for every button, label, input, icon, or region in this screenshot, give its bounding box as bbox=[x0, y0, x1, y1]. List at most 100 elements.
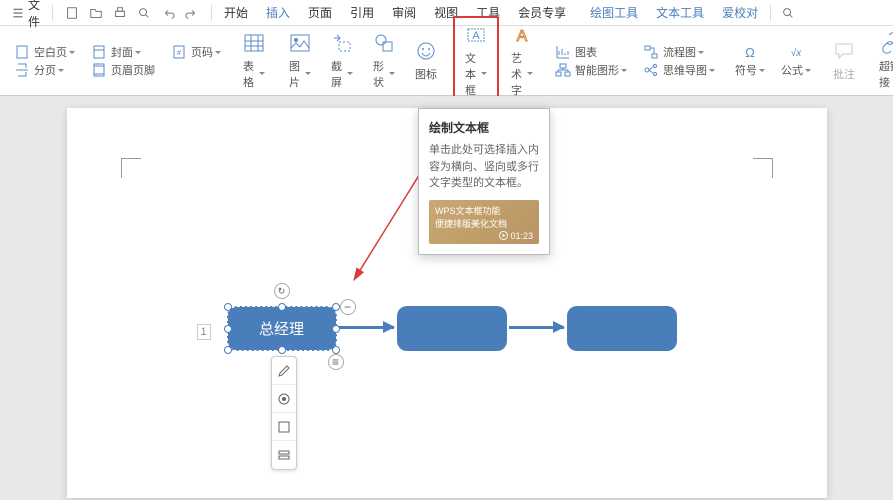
page-num-icon: # bbox=[171, 44, 187, 60]
group-equation: √x 公式 bbox=[775, 44, 817, 78]
symbol-button[interactable]: Ω bbox=[735, 44, 765, 60]
search-icon[interactable] bbox=[781, 6, 795, 20]
mindmap-icon bbox=[643, 62, 659, 78]
shape-side-toolbar bbox=[271, 356, 297, 470]
layout-button[interactable]: ≡ bbox=[328, 354, 344, 370]
smartart-button[interactable]: 智能图形 bbox=[555, 62, 627, 78]
cover-button[interactable]: 封面 bbox=[91, 44, 155, 60]
margin-corner bbox=[753, 158, 773, 178]
resize-handle[interactable] bbox=[332, 346, 340, 354]
more-icon bbox=[277, 448, 291, 462]
margin-corner bbox=[121, 158, 141, 178]
more-button[interactable] bbox=[272, 441, 296, 469]
preview-icon[interactable] bbox=[137, 6, 151, 20]
equation-button[interactable]: √x bbox=[781, 44, 811, 60]
resize-handle[interactable] bbox=[224, 325, 232, 333]
resize-handle[interactable] bbox=[278, 346, 286, 354]
new-icon[interactable] bbox=[65, 6, 79, 20]
rotate-handle[interactable]: ↻ bbox=[274, 283, 290, 299]
picture-icon bbox=[289, 32, 311, 54]
tooltip-body: 单击此处可选择插入内容为横向、竖向或多行文字类型的文本框。 bbox=[429, 142, 539, 192]
smartart-icon bbox=[555, 62, 571, 78]
header-footer-button[interactable]: 页眉页脚 bbox=[91, 62, 155, 78]
blank-page-button[interactable]: 空白页 bbox=[14, 44, 75, 60]
chart-icon bbox=[555, 44, 571, 60]
open-icon[interactable] bbox=[89, 6, 103, 20]
textbox-tooltip: 绘制文本框 单击此处可选择插入内容为横向、竖向或多行文字类型的文本框。 WPS文… bbox=[418, 108, 550, 255]
annotation-highlight: A 文本框 bbox=[453, 16, 499, 106]
equation-label[interactable]: 公式 bbox=[781, 62, 811, 78]
tab-proofing[interactable]: 爱校对 bbox=[714, 1, 766, 24]
symbol-label[interactable]: 符号 bbox=[735, 62, 765, 78]
table-icon bbox=[243, 32, 265, 54]
separator bbox=[211, 5, 212, 21]
shapes-button[interactable]: 形状 bbox=[365, 28, 403, 94]
layout-button[interactable] bbox=[272, 413, 296, 441]
wordart-icon: A bbox=[511, 24, 533, 46]
tab-text-tools[interactable]: 文本工具 bbox=[648, 1, 712, 24]
screenshot-icon bbox=[331, 32, 353, 54]
connector-arrow[interactable] bbox=[509, 326, 564, 329]
shape-box-3[interactable] bbox=[567, 306, 677, 351]
group-pages: 空白页 分页 bbox=[8, 44, 81, 78]
connector-arrow[interactable] bbox=[339, 326, 394, 329]
comment-button[interactable]: 批注 bbox=[825, 36, 863, 86]
page-num-button[interactable]: #页码 bbox=[171, 44, 221, 60]
tab-insert[interactable]: 插入 bbox=[258, 1, 298, 24]
svg-text:#: # bbox=[177, 50, 181, 57]
tab-page[interactable]: 页面 bbox=[300, 1, 340, 24]
chart-button[interactable]: 图表 bbox=[555, 44, 627, 60]
resize-handle[interactable] bbox=[224, 303, 232, 311]
comment-icon bbox=[833, 40, 855, 62]
table-button[interactable]: 表格 bbox=[235, 28, 273, 94]
group-diagrams: 流程图 思维导图 bbox=[637, 44, 721, 78]
separator bbox=[770, 5, 771, 21]
video-duration: 01:23 bbox=[499, 231, 533, 241]
hyperlink-icon bbox=[879, 32, 893, 54]
remove-button[interactable]: − bbox=[340, 299, 356, 315]
tab-start[interactable]: 开始 bbox=[216, 1, 256, 24]
textbox-button[interactable]: A 文本框 bbox=[457, 20, 495, 102]
pencil-icon bbox=[277, 364, 291, 378]
file-label: 文件 bbox=[28, 0, 40, 30]
print-icon[interactable] bbox=[113, 6, 127, 20]
quick-access-toolbar bbox=[57, 6, 207, 20]
icons-button[interactable]: 图标 bbox=[407, 36, 445, 86]
group-charts: 图表 智能图形 bbox=[549, 44, 633, 78]
textbox-icon: A bbox=[465, 24, 487, 46]
video-title-1: WPS文本框功能 bbox=[435, 204, 533, 217]
flowchart-button[interactable]: 流程图 bbox=[643, 44, 715, 60]
style-button[interactable] bbox=[272, 385, 296, 413]
tab-drawing-tools[interactable]: 绘图工具 bbox=[582, 1, 646, 24]
wordart-button[interactable]: A 艺术字 bbox=[503, 20, 541, 102]
tab-review[interactable]: 审阅 bbox=[384, 1, 424, 24]
icons-icon bbox=[415, 40, 437, 62]
blank-page-icon bbox=[14, 44, 30, 60]
undo-icon[interactable] bbox=[161, 6, 175, 20]
hyperlink-button[interactable]: 超链接 bbox=[871, 28, 893, 94]
shape-box-2[interactable] bbox=[397, 306, 507, 351]
tab-reference[interactable]: 引用 bbox=[342, 1, 382, 24]
redo-icon[interactable] bbox=[185, 6, 199, 20]
tooltip-video[interactable]: WPS文本框功能 便捷排版美化文档 01:23 bbox=[429, 200, 539, 244]
screenshot-button[interactable]: 截屏 bbox=[323, 28, 361, 94]
svg-text:Ω: Ω bbox=[745, 45, 755, 60]
edit-text-button[interactable] bbox=[272, 357, 296, 385]
group-symbols: Ω 符号 bbox=[729, 44, 771, 78]
file-menu[interactable]: 文件 bbox=[4, 0, 48, 32]
mindmap-button[interactable]: 思维导图 bbox=[643, 62, 715, 78]
context-tabs: 绘图工具 文本工具 爱校对 bbox=[582, 1, 766, 24]
group-cover: 封面 页眉页脚 bbox=[85, 44, 161, 78]
resize-handle[interactable] bbox=[224, 346, 232, 354]
flowchart-icon bbox=[643, 44, 659, 60]
page-break-button[interactable]: 分页 bbox=[14, 62, 75, 78]
shape-general-manager[interactable]: 总经理 ↻ − ≡ bbox=[227, 306, 337, 351]
resize-handle[interactable] bbox=[278, 303, 286, 311]
tooltip-title: 绘制文本框 bbox=[429, 119, 539, 136]
picture-button[interactable]: 图片 bbox=[281, 28, 319, 94]
svg-text:√x: √x bbox=[791, 47, 802, 59]
separator bbox=[52, 5, 53, 21]
resize-handle[interactable] bbox=[332, 303, 340, 311]
video-title-2: 便捷排版美化文档 bbox=[435, 217, 533, 230]
page-break-icon bbox=[14, 62, 30, 78]
